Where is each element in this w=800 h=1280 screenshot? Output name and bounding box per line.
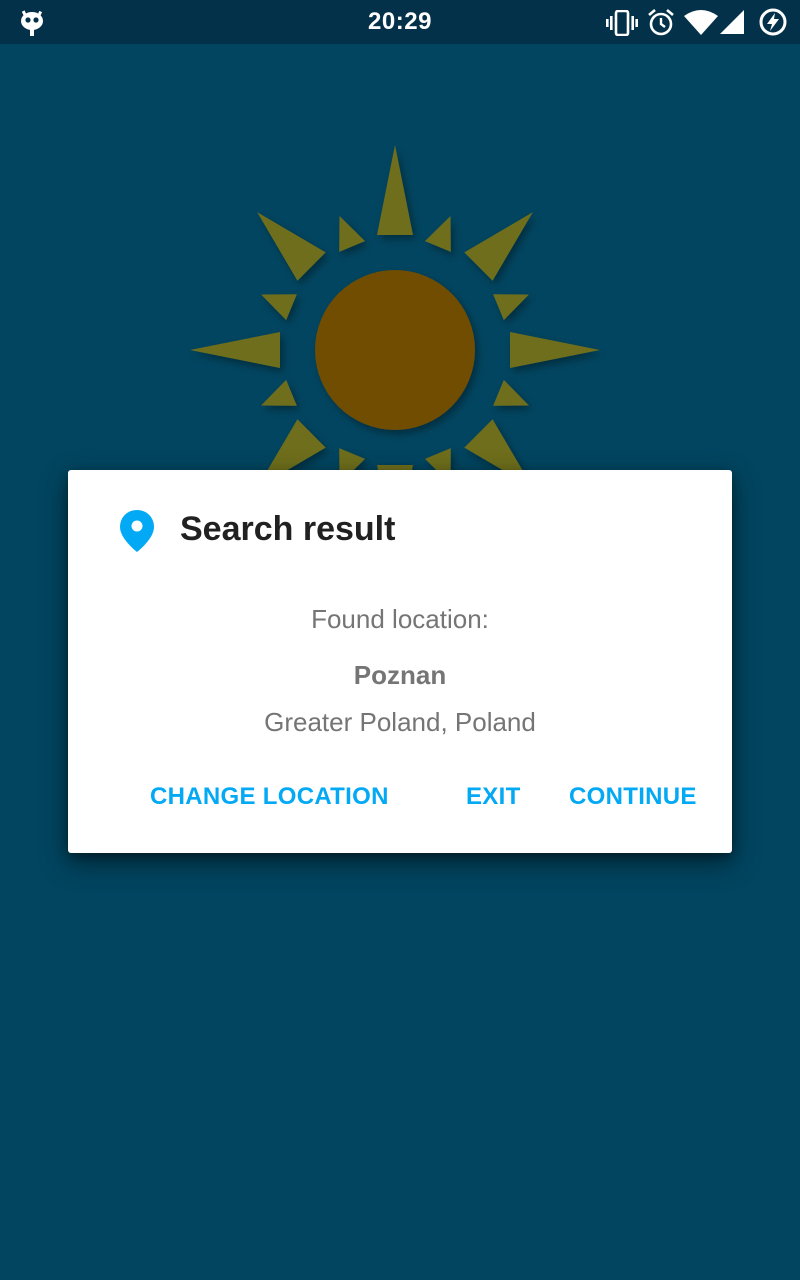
sun-ray xyxy=(377,145,413,235)
exit-button[interactable]: EXIT xyxy=(466,783,521,811)
city-name: Poznan xyxy=(353,660,447,690)
region-name: Greater Poland, Poland xyxy=(264,707,536,737)
sun-ray xyxy=(493,294,529,321)
change-location-button[interactable]: CHANGE LOCATION xyxy=(150,783,389,811)
clock: 20:29 xyxy=(368,8,432,35)
wifi-icon xyxy=(684,10,718,35)
sun-ray xyxy=(339,216,366,252)
cellular-signal-icon xyxy=(720,10,744,34)
sun-ray xyxy=(464,212,533,281)
vibrate-icon xyxy=(606,10,638,36)
search-result-dialog: Search result Found location: Poznan Gre… xyxy=(68,470,732,853)
sun-ray xyxy=(510,332,600,368)
sun-ray xyxy=(257,212,326,281)
found-location-label: Found location: xyxy=(311,604,489,634)
battery-charging-icon xyxy=(759,8,787,36)
sun-ray xyxy=(493,379,529,406)
sun-ray xyxy=(261,379,297,406)
status-bar: 20:29 xyxy=(0,0,800,44)
sun-ray xyxy=(190,332,280,368)
alarm-icon xyxy=(648,9,674,36)
dialog-title: Search result xyxy=(180,510,396,548)
continue-button[interactable]: CONTINUE xyxy=(569,783,697,811)
sun-ray xyxy=(261,294,297,321)
sun-ray xyxy=(424,216,451,252)
location-pin-icon xyxy=(120,510,154,552)
